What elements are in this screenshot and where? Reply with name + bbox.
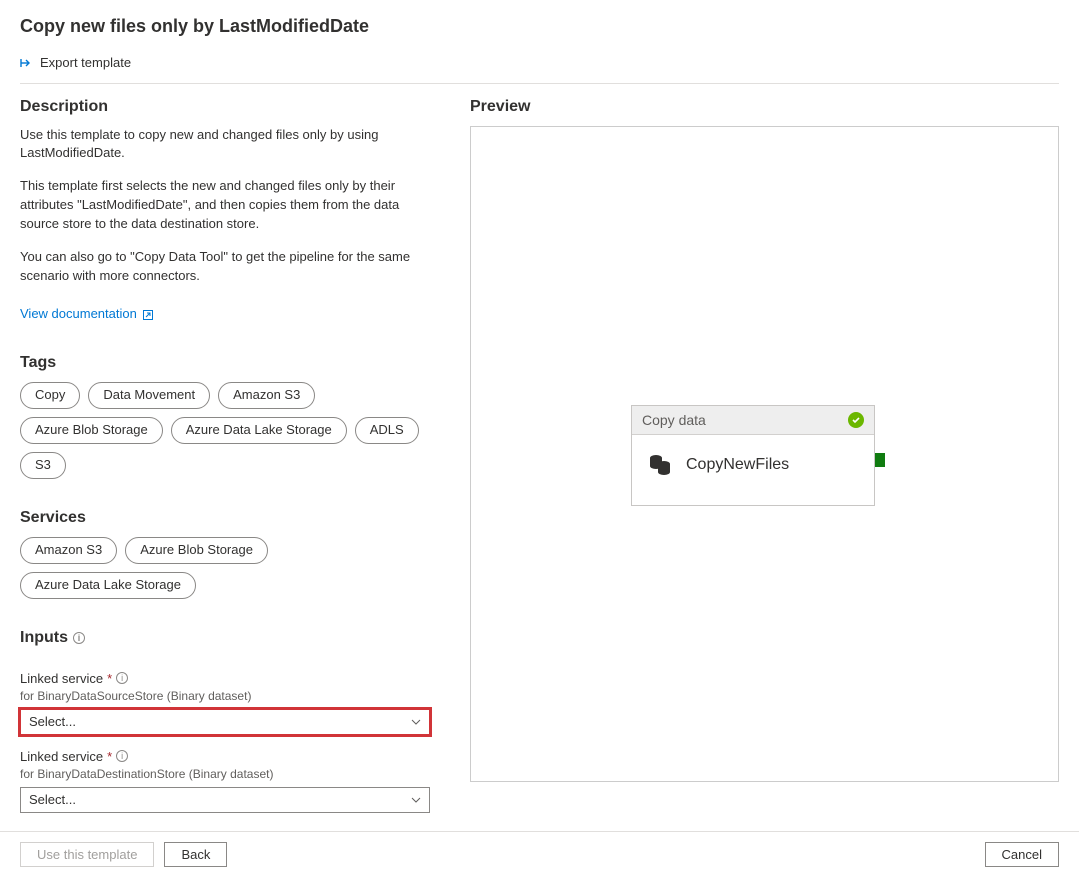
preview-heading: Preview [470, 98, 1059, 116]
export-template-link[interactable]: Export template [20, 55, 131, 70]
service-pill: Azure Blob Storage [125, 537, 268, 564]
copy-activity-card[interactable]: Copy data [631, 405, 875, 506]
required-asterisk: * [107, 671, 112, 686]
description-heading: Description [20, 98, 430, 116]
linked-service-source-group: Linked service * i for BinaryDataSourceS… [20, 671, 430, 735]
info-icon: i [116, 672, 128, 684]
tag-pill: Copy [20, 382, 80, 409]
select-placeholder: Select... [29, 792, 76, 807]
services-heading: Services [20, 509, 430, 527]
linked-service-source-hint: for BinaryDataSourceStore (Binary datase… [20, 689, 430, 703]
required-asterisk: * [107, 749, 112, 764]
view-documentation-link[interactable]: View documentation [20, 305, 154, 324]
service-pill: Azure Data Lake Storage [20, 572, 196, 599]
tag-pill: Azure Blob Storage [20, 417, 163, 444]
view-documentation-label: View documentation [20, 305, 137, 324]
tag-pill: Amazon S3 [218, 382, 315, 409]
description-para-2: This template first selects the new and … [20, 177, 430, 234]
external-link-icon [142, 309, 154, 321]
tag-pill: Azure Data Lake Storage [171, 417, 347, 444]
chevron-down-icon [411, 719, 421, 725]
use-this-template-button: Use this template [20, 842, 154, 867]
inputs-heading: Inputs i [20, 629, 85, 647]
export-template-label: Export template [40, 55, 131, 70]
linked-service-destination-select[interactable]: Select... [20, 787, 430, 813]
header-divider [20, 83, 1059, 84]
description-para-3: You can also go to "Copy Data Tool" to g… [20, 248, 430, 286]
activity-type-label: Copy data [642, 412, 706, 428]
service-pill: Amazon S3 [20, 537, 117, 564]
linked-service-destination-hint: for BinaryDataDestinationStore (Binary d… [20, 767, 430, 781]
page-title: Copy new files only by LastModifiedDate [20, 16, 1059, 37]
select-placeholder: Select... [29, 714, 76, 729]
linked-service-source-select[interactable]: Select... [20, 709, 430, 735]
check-circle-icon [848, 412, 864, 428]
linked-service-label: Linked service [20, 671, 103, 686]
cancel-button[interactable]: Cancel [985, 842, 1059, 867]
linked-service-destination-group: Linked service * i for BinaryDataDestina… [20, 749, 430, 813]
info-icon: i [73, 632, 85, 644]
activity-connector-handle[interactable] [875, 453, 885, 467]
back-button[interactable]: Back [164, 842, 227, 867]
info-icon: i [116, 750, 128, 762]
description-text: Use this template to copy new and change… [20, 126, 430, 325]
database-icon [648, 453, 672, 477]
linked-service-label: Linked service [20, 749, 103, 764]
footer-bar: Use this template Back Cancel [0, 831, 1079, 877]
tag-pill: Data Movement [88, 382, 210, 409]
tags-heading: Tags [20, 354, 430, 372]
export-icon [20, 56, 34, 70]
activity-name-label: CopyNewFiles [686, 456, 789, 474]
preview-canvas: Copy data [470, 126, 1059, 782]
description-para-1: Use this template to copy new and change… [20, 126, 430, 164]
tag-pill: ADLS [355, 417, 419, 444]
tag-pill: S3 [20, 452, 66, 479]
chevron-down-icon [411, 797, 421, 803]
